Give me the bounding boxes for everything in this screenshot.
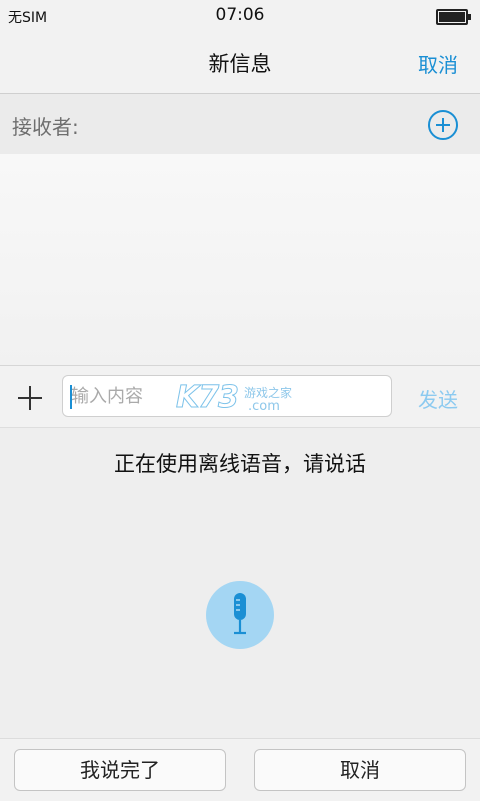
title-bar: 新信息 取消: [0, 32, 480, 94]
microphone-button[interactable]: [206, 581, 274, 649]
battery-level: [439, 12, 465, 22]
cancel-button[interactable]: 取消: [418, 49, 458, 78]
text-caret: [70, 385, 72, 409]
done-speaking-button[interactable]: 我说完了: [14, 749, 226, 791]
send-button[interactable]: 发送: [418, 384, 458, 413]
microphone-icon: [234, 593, 246, 635]
compose-bar: 发送: [0, 366, 480, 428]
page-title: 新信息: [208, 52, 272, 76]
recipient-label: 接收者:: [12, 115, 79, 139]
message-area[interactable]: [0, 154, 480, 366]
attach-plus-icon[interactable]: [18, 386, 42, 410]
voice-status-text: 正在使用离线语音，请说话: [114, 452, 366, 476]
battery-icon: [436, 9, 471, 25]
voice-input-panel: 正在使用离线语音，请说话: [0, 428, 480, 738]
recipient-row[interactable]: 接收者:: [0, 94, 480, 154]
add-recipient-icon[interactable]: [428, 110, 458, 140]
message-input[interactable]: [62, 375, 392, 417]
clock: 07:06: [215, 5, 265, 25]
bottom-button-bar: 我说完了 取消: [0, 738, 480, 801]
status-bar: 无SIM 07:06: [0, 0, 480, 32]
cancel-voice-button[interactable]: 取消: [254, 749, 466, 791]
